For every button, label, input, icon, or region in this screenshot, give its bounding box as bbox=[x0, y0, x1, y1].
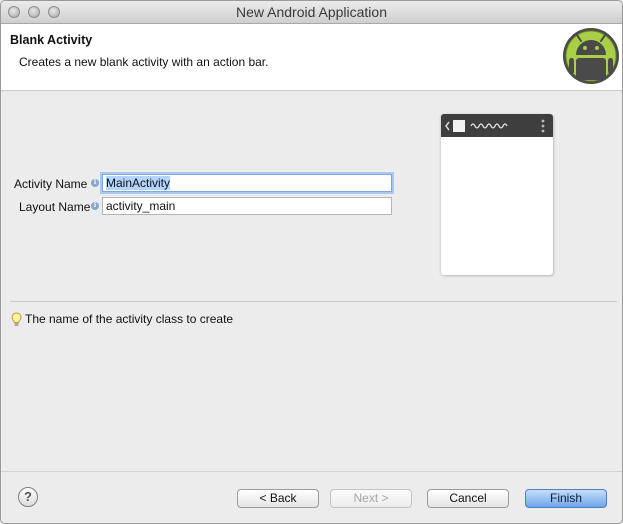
layout-name-field[interactable]: activity_main bbox=[102, 197, 392, 215]
dialog-window: New Android Application Blank Activity C… bbox=[0, 0, 623, 524]
finish-button[interactable]: Finish bbox=[525, 489, 607, 508]
title-bar: New Android Application bbox=[1, 1, 622, 24]
window-title: New Android Application bbox=[236, 4, 387, 20]
activity-name-field[interactable]: MainActivity bbox=[102, 174, 392, 192]
preview-action-bar bbox=[441, 114, 553, 137]
cancel-button[interactable]: Cancel bbox=[427, 489, 509, 508]
android-logo-icon bbox=[563, 28, 619, 84]
layout-name-label: Layout Name bbox=[19, 200, 91, 214]
lightbulb-icon bbox=[11, 312, 22, 326]
wizard-header: Blank Activity Creates a new blank activ… bbox=[1, 24, 622, 91]
page-title: Blank Activity bbox=[10, 33, 93, 47]
hint-divider bbox=[10, 301, 617, 302]
info-icon: i bbox=[91, 202, 99, 210]
activity-preview bbox=[441, 114, 553, 275]
hint-text: The name of the activity class to create bbox=[25, 312, 234, 326]
back-button[interactable]: < Back bbox=[237, 489, 319, 508]
button-bar-separator bbox=[1, 471, 622, 472]
help-icon[interactable]: ? bbox=[18, 487, 38, 507]
preview-action-bar-graphic bbox=[445, 119, 545, 133]
info-icon: i bbox=[91, 179, 99, 187]
activity-name-label: Activity Name bbox=[14, 177, 88, 191]
page-description: Creates a new blank activity with an act… bbox=[19, 55, 269, 69]
next-button[interactable]: Next > bbox=[330, 489, 412, 508]
